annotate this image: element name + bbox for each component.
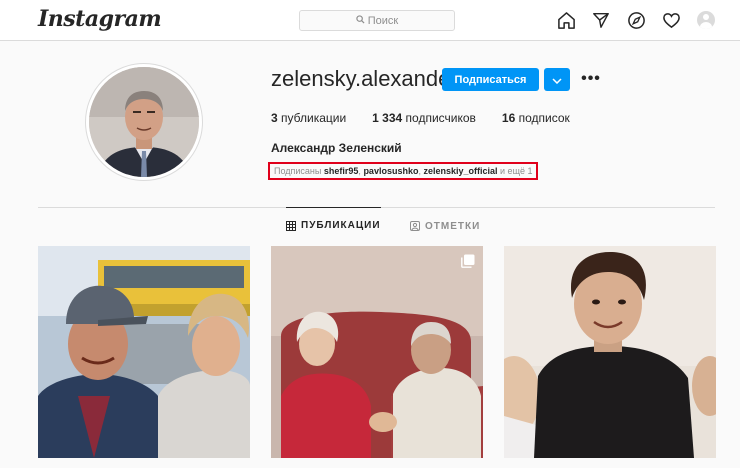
following-count[interactable]: 16 подписок	[502, 111, 570, 125]
post-thumbnail[interactable]	[271, 246, 483, 458]
followed-by-suffix: и ещё 1	[500, 166, 533, 176]
suggestions-dropdown-button[interactable]	[544, 68, 570, 91]
followed-by-box[interactable]: Подписаны shefir95, pavlosushko, zelensk…	[268, 162, 539, 180]
profile-full-name: Александр Зеленский	[271, 141, 402, 155]
profile-username: zelensky.alexander	[271, 66, 458, 91]
multiple-photos-icon	[461, 254, 475, 273]
tab-tagged[interactable]: ОТМЕТКИ	[410, 208, 480, 244]
followed-by-user[interactable]: pavlosushko	[363, 166, 418, 176]
tab-posts-label: ПУБЛИКАЦИИ	[301, 220, 381, 231]
search-placeholder: Поиск	[367, 14, 399, 27]
profile-avatar-icon[interactable]	[696, 10, 716, 30]
post-thumbnail[interactable]	[504, 246, 716, 458]
chevron-down-icon	[552, 71, 562, 89]
search-input[interactable]: Поиск	[299, 10, 455, 31]
top-navigation-bar: Instagram Поиск	[0, 0, 740, 41]
followers-count[interactable]: 1 334 подписчиков	[372, 111, 476, 125]
man-in-cap-and-woman-outdoors-photo	[38, 246, 250, 458]
profile-avatar[interactable]	[85, 63, 203, 181]
instagram-logo[interactable]: Instagram	[38, 6, 162, 32]
profile-stats: 3 публикации 1 334 подписчиков 16 подпис…	[271, 111, 596, 125]
direct-icon[interactable]	[591, 10, 611, 30]
followed-by-prefix: Подписаны	[274, 166, 322, 176]
followed-by-user[interactable]: shefir95	[324, 166, 359, 176]
followed-by-user[interactable]: zelenskiy_official	[423, 166, 497, 176]
tab-tagged-label: ОТМЕТКИ	[425, 220, 481, 232]
elderly-couple-on-sofa-photo	[271, 246, 483, 458]
post-thumbnail[interactable]	[38, 246, 250, 458]
search-icon	[356, 14, 365, 27]
follow-button[interactable]: Подписаться	[442, 68, 539, 91]
tab-posts[interactable]: ПУБЛИКАЦИИ	[286, 207, 381, 243]
heart-icon[interactable]	[661, 10, 681, 30]
posts-count: 3 публикации	[271, 111, 347, 125]
tagged-icon	[410, 221, 420, 231]
explore-icon[interactable]	[626, 10, 646, 30]
profile-photo	[89, 67, 199, 177]
more-options-button[interactable]: •••	[580, 68, 602, 90]
grid-icon	[286, 220, 296, 231]
young-man-portrait-photo	[504, 246, 716, 458]
nav-icon-group	[556, 10, 716, 30]
home-icon[interactable]	[556, 10, 576, 30]
